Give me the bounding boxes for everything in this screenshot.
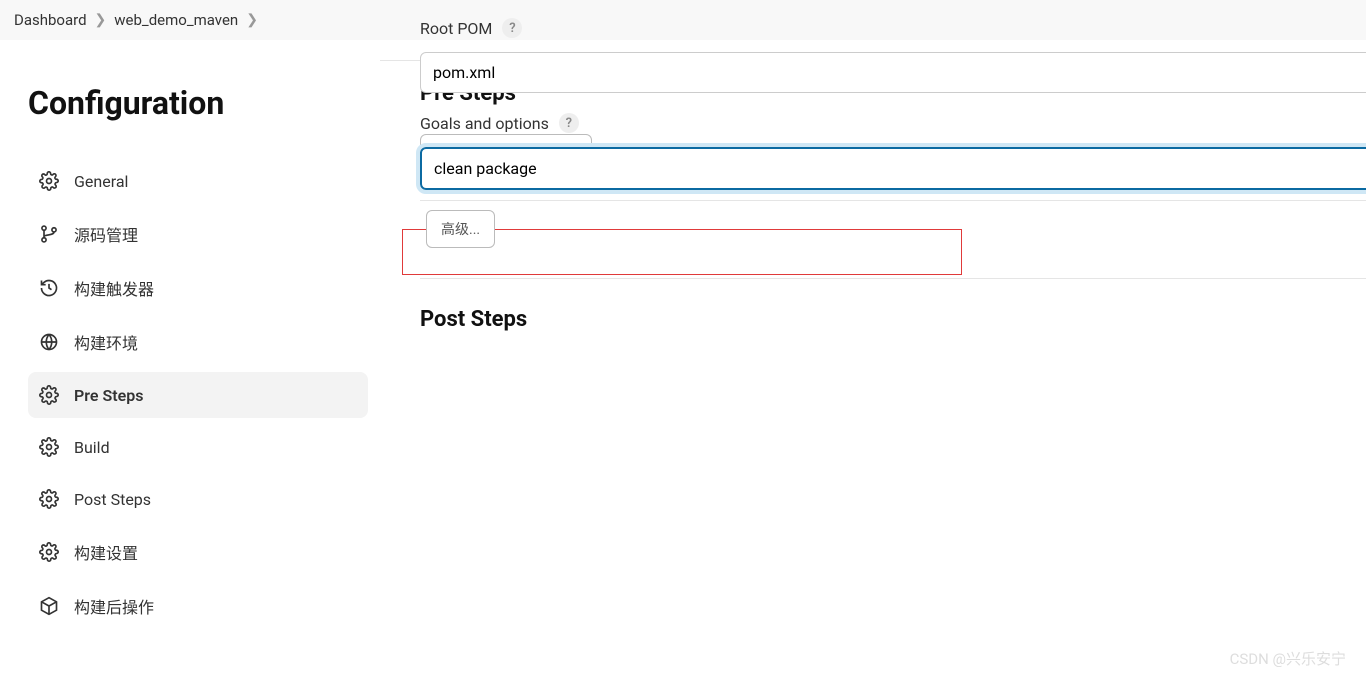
branch-icon	[38, 223, 60, 245]
sidebar-item-label: 构建设置	[74, 540, 138, 564]
chevron-right-icon: ❯	[95, 12, 107, 28]
sidebar-item-environment[interactable]: 构建环境	[28, 318, 368, 366]
main-content: Pre Steps Add pre-build step ▼ Build Roo…	[380, 60, 1366, 630]
sidebar-item-label: 构建后操作	[74, 594, 154, 618]
sidebar-item-triggers[interactable]: 构建触发器	[28, 264, 368, 312]
gear =214-- -icon	[38, 436, 60, 458]
chevron-right-icon: ❯	[246, 12, 258, 28]
history-icon	[38, 277, 60, 299]
package-icon	[38, 595, 60, 617]
globe-icon	[38, 331, 60, 353]
sidebar-item-pre-steps[interactable]: Pre Steps	[28, 372, 368, 418]
sidebar-item-label: Post Steps	[74, 490, 151, 509]
divider	[420, 278, 1366, 279]
breadcrumb-item-dashboard[interactable]: Dashboard	[14, 11, 87, 29]
page-title: Configuration	[28, 84, 368, 122]
sidebar-item-label: Pre Steps	[74, 386, 143, 405]
sidebar-item-label: 构建环境	[74, 330, 138, 354]
goals-input[interactable]	[420, 147, 1366, 190]
sidebar-item-build-settings[interactable]: 构建设置	[28, 528, 368, 576]
sidebar-item-post-build[interactable]: 构建后操作	[28, 582, 368, 630]
help-icon[interactable]: ?	[502, 18, 522, 38]
breadcrumb-item-project[interactable]: web_demo_maven	[114, 11, 238, 29]
sidebar-item-scm[interactable]: 源码管理	[28, 210, 368, 258]
gear-icon	[38, 541, 60, 563]
sidebar-item-label: Build	[74, 438, 110, 457]
help-icon[interactable]: ?	[559, 113, 579, 133]
sidebar: Configuration General 源码管理 构建触发器	[0, 60, 380, 630]
sidebar-item-general[interactable]: General	[28, 158, 368, 204]
build-section: Build Root POM ? Goals and options ? 高级.…	[420, 0, 1366, 248]
gear-icon	[38, 488, 60, 510]
sidebar-item-build[interactable]: Build	[28, 424, 368, 470]
sidebar-item-label: General	[74, 172, 128, 191]
sidebar-item-label: 构建触发器	[74, 276, 154, 300]
goals-label: Goals and options	[420, 114, 549, 133]
gear-icon	[38, 170, 60, 192]
advanced-button[interactable]: 高级...	[426, 210, 495, 248]
root-pom-input[interactable]	[420, 52, 1366, 93]
root-pom-label: Root POM	[420, 19, 492, 38]
gear-icon	[38, 384, 60, 406]
post-steps-section: Post Steps	[420, 307, 1366, 332]
sidebar-item-label: 源码管理	[74, 222, 138, 246]
watermark: CSDN @兴乐安宁	[1230, 648, 1346, 669]
post-steps-heading: Post Steps	[420, 307, 1366, 332]
sidebar-item-post-steps[interactable]: Post Steps	[28, 476, 368, 522]
